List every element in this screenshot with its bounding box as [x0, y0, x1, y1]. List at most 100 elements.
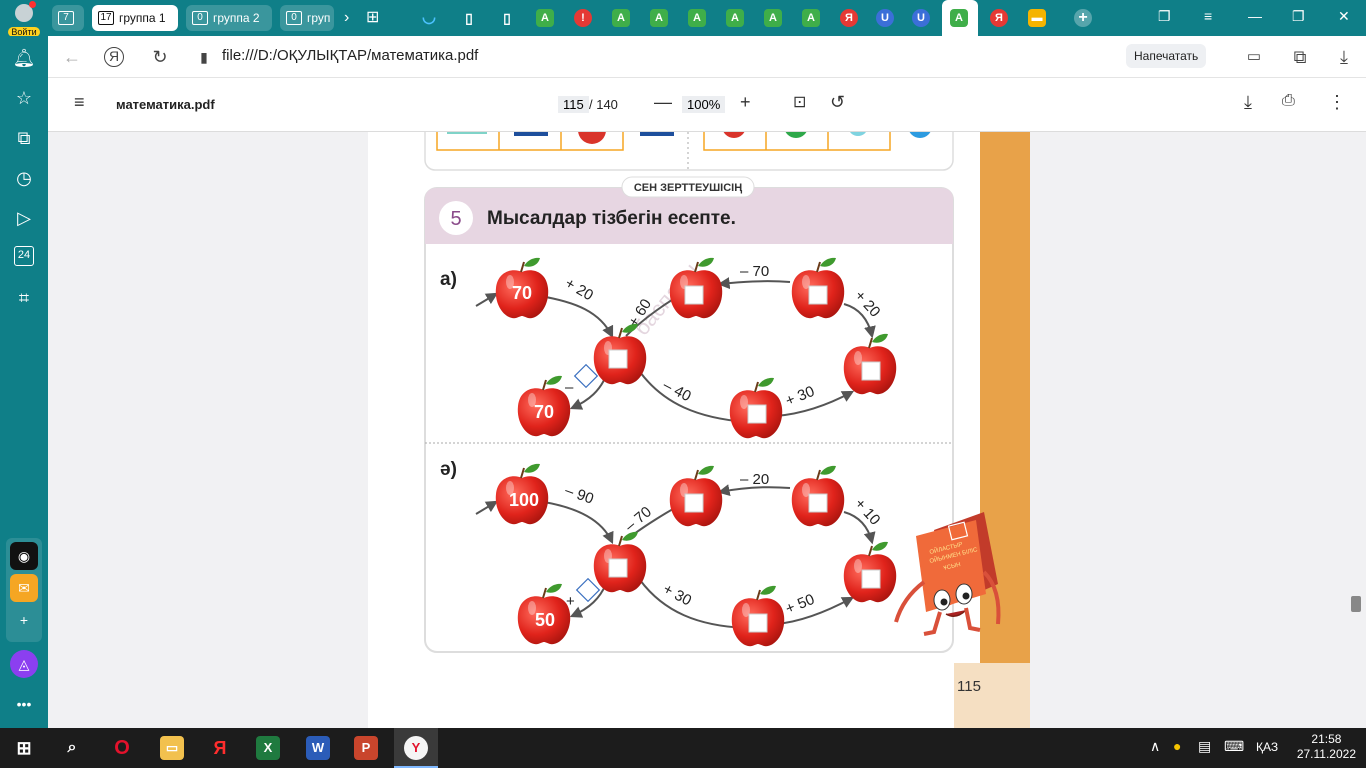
- taskbar-active-app[interactable]: Y: [394, 728, 438, 768]
- a-tab-icon: A: [950, 9, 968, 27]
- print-button[interactable]: Напечатать: [1126, 44, 1207, 68]
- play-icon[interactable]: ▷: [12, 206, 36, 230]
- answer-box[interactable]: [608, 558, 628, 578]
- windows-start-icon[interactable]: ⊞: [12, 736, 36, 760]
- answer-box[interactable]: [608, 349, 628, 369]
- star-icon[interactable]: ☆: [12, 86, 36, 110]
- bell-icon[interactable]: 🔔︎: [12, 46, 36, 70]
- camera-icon[interactable]: ⌗: [12, 286, 36, 310]
- chevron-right-icon[interactable]: ›: [344, 8, 349, 28]
- document-tab-icon[interactable]: ▯: [498, 9, 516, 27]
- collections-icon[interactable]: ⧉: [12, 126, 36, 150]
- fit-page-icon[interactable]: ⊡: [793, 92, 806, 112]
- u-tab-icon[interactable]: U: [876, 9, 894, 27]
- tab-group-label: груп: [307, 11, 331, 25]
- answer-box[interactable]: [861, 569, 881, 589]
- edge-icon[interactable]: ◡: [420, 9, 438, 27]
- picture-tab-icon[interactable]: ▬: [1028, 9, 1046, 27]
- rotate-icon[interactable]: ↺: [830, 92, 845, 113]
- tab-group-count: 17: [98, 11, 114, 25]
- zoom-in-icon[interactable]: +: [740, 92, 751, 113]
- clock-time: 21:58: [1311, 732, 1342, 746]
- more-options-icon[interactable]: ⋮: [1328, 92, 1346, 113]
- restore-icon[interactable]: ❐: [1292, 8, 1305, 25]
- page-content: 115 СЕН ЗЕРТТЕУШІСІҢ 5 Мысалдар тізбегін…: [424, 132, 1030, 728]
- download-icon[interactable]: ⤓: [1332, 45, 1356, 69]
- answer-box[interactable]: [748, 613, 768, 633]
- powerpoint-icon[interactable]: P: [354, 736, 378, 760]
- section-tag: СЕН ЗЕРТТЕУШІСІҢ: [634, 182, 742, 194]
- answer-box[interactable]: [684, 285, 704, 305]
- opera-icon[interactable]: O: [110, 736, 134, 760]
- yandex-icon[interactable]: Я: [208, 736, 232, 760]
- keyboard-icon[interactable]: ⌨: [1224, 738, 1244, 755]
- answer-box[interactable]: [684, 493, 704, 513]
- a-tab-icon[interactable]: A: [612, 9, 630, 27]
- pdf-menu-icon[interactable]: ≡: [74, 92, 85, 113]
- tab-group-2[interactable]: 0 группа 2: [186, 5, 272, 31]
- word-icon[interactable]: W: [306, 736, 330, 760]
- yandex-icon[interactable]: Я: [104, 47, 124, 67]
- a-tab-icon[interactable]: A: [688, 9, 706, 27]
- alice-assistant-icon[interactable]: ◬: [10, 650, 38, 678]
- a-tab-icon[interactable]: A: [802, 9, 820, 27]
- calendar-24-icon[interactable]: 24: [14, 246, 34, 266]
- alert-tab-icon[interactable]: !: [574, 9, 592, 27]
- back-icon[interactable]: ←: [60, 45, 84, 69]
- answer-box[interactable]: [861, 361, 881, 381]
- new-tab-icon[interactable]: +: [1074, 9, 1092, 27]
- pdf-toolbar: ≡ математика.pdf 115 / 140 — 100% + ⊡ ↺ …: [48, 78, 1366, 132]
- history-icon[interactable]: ◷: [12, 166, 36, 190]
- pdf-viewport[interactable]: 115 СЕН ЗЕРТТЕУШІСІҢ 5 Мысалдар тізбегін…: [48, 132, 1366, 728]
- excel-icon[interactable]: X: [256, 736, 280, 760]
- a-tab-icon[interactable]: A: [650, 9, 668, 27]
- more-icon[interactable]: •••: [10, 690, 38, 718]
- a-tab-icon[interactable]: A: [764, 9, 782, 27]
- search-icon[interactable]: ⌕: [60, 736, 84, 760]
- page-number-input[interactable]: 115: [558, 96, 589, 113]
- tray-app-icon[interactable]: ●: [1173, 738, 1181, 754]
- alice-app-icon[interactable]: ◉: [10, 542, 38, 570]
- battery-icon[interactable]: ▭: [1242, 45, 1266, 69]
- file-explorer-icon[interactable]: ▭: [160, 736, 184, 760]
- tray-chevron-icon[interactable]: ∧: [1150, 738, 1160, 755]
- language-indicator[interactable]: ҚАЗ: [1256, 740, 1278, 754]
- a-tab-icon[interactable]: A: [726, 9, 744, 27]
- pdf-page: 115 СЕН ЗЕРТТЕУШІСІҢ 5 Мысалдар тізбегін…: [368, 132, 1030, 728]
- answer-box[interactable]: [747, 404, 767, 424]
- yandex-tab-icon[interactable]: Я: [990, 9, 1008, 27]
- answer-box[interactable]: [808, 493, 828, 513]
- close-icon[interactable]: ✕: [1338, 8, 1350, 25]
- mail-app-icon[interactable]: ✉: [10, 574, 38, 602]
- end-value: 50: [535, 610, 555, 630]
- zoom-out-icon[interactable]: —: [654, 92, 672, 113]
- collections-icon[interactable]: ❐: [1158, 8, 1171, 25]
- start-value: 70: [512, 283, 532, 303]
- scrollbar-thumb[interactable]: [1351, 596, 1361, 612]
- clock[interactable]: 21:58 27.11.2022: [1297, 732, 1356, 762]
- extensions-icon[interactable]: ⧉: [1288, 45, 1312, 69]
- zoom-level[interactable]: 100%: [682, 96, 726, 113]
- active-tab[interactable]: A: [942, 0, 978, 36]
- pdf-download-icon[interactable]: ⤓: [1244, 92, 1252, 113]
- answer-box[interactable]: [808, 285, 828, 305]
- tab-group-3[interactable]: 0 груп: [280, 5, 334, 31]
- login-button[interactable]: Войти: [4, 1, 44, 37]
- pdf-print-icon[interactable]: ⎙: [1282, 92, 1295, 110]
- a-tab-icon[interactable]: A: [536, 9, 554, 27]
- document-tab-icon[interactable]: ▯: [460, 9, 478, 27]
- browser-tab-strip: Войти 7 17 группа 1 0 группа 2 0 груп › …: [0, 0, 1366, 37]
- tab-group-0[interactable]: 7: [52, 5, 84, 31]
- minimize-icon[interactable]: —: [1248, 8, 1262, 24]
- menu-icon[interactable]: ≡: [1204, 8, 1212, 24]
- notification-tray-icon[interactable]: ▤: [1198, 738, 1211, 755]
- u-tab-icon[interactable]: U: [912, 9, 930, 27]
- add-app-icon[interactable]: +: [10, 606, 38, 634]
- url-field[interactable]: file:///D:/ОҚУЛЫҚТАР/математика.pdf: [222, 47, 478, 64]
- pdf-file-title: математика.pdf: [116, 97, 215, 112]
- tab-group-1[interactable]: 17 группа 1: [92, 5, 178, 31]
- tab-group-label: группа 2: [213, 11, 260, 25]
- new-folder-icon[interactable]: ⊞: [366, 8, 379, 28]
- reload-icon[interactable]: ↻: [148, 45, 172, 69]
- yandex-tab-icon[interactable]: Я: [840, 9, 858, 27]
